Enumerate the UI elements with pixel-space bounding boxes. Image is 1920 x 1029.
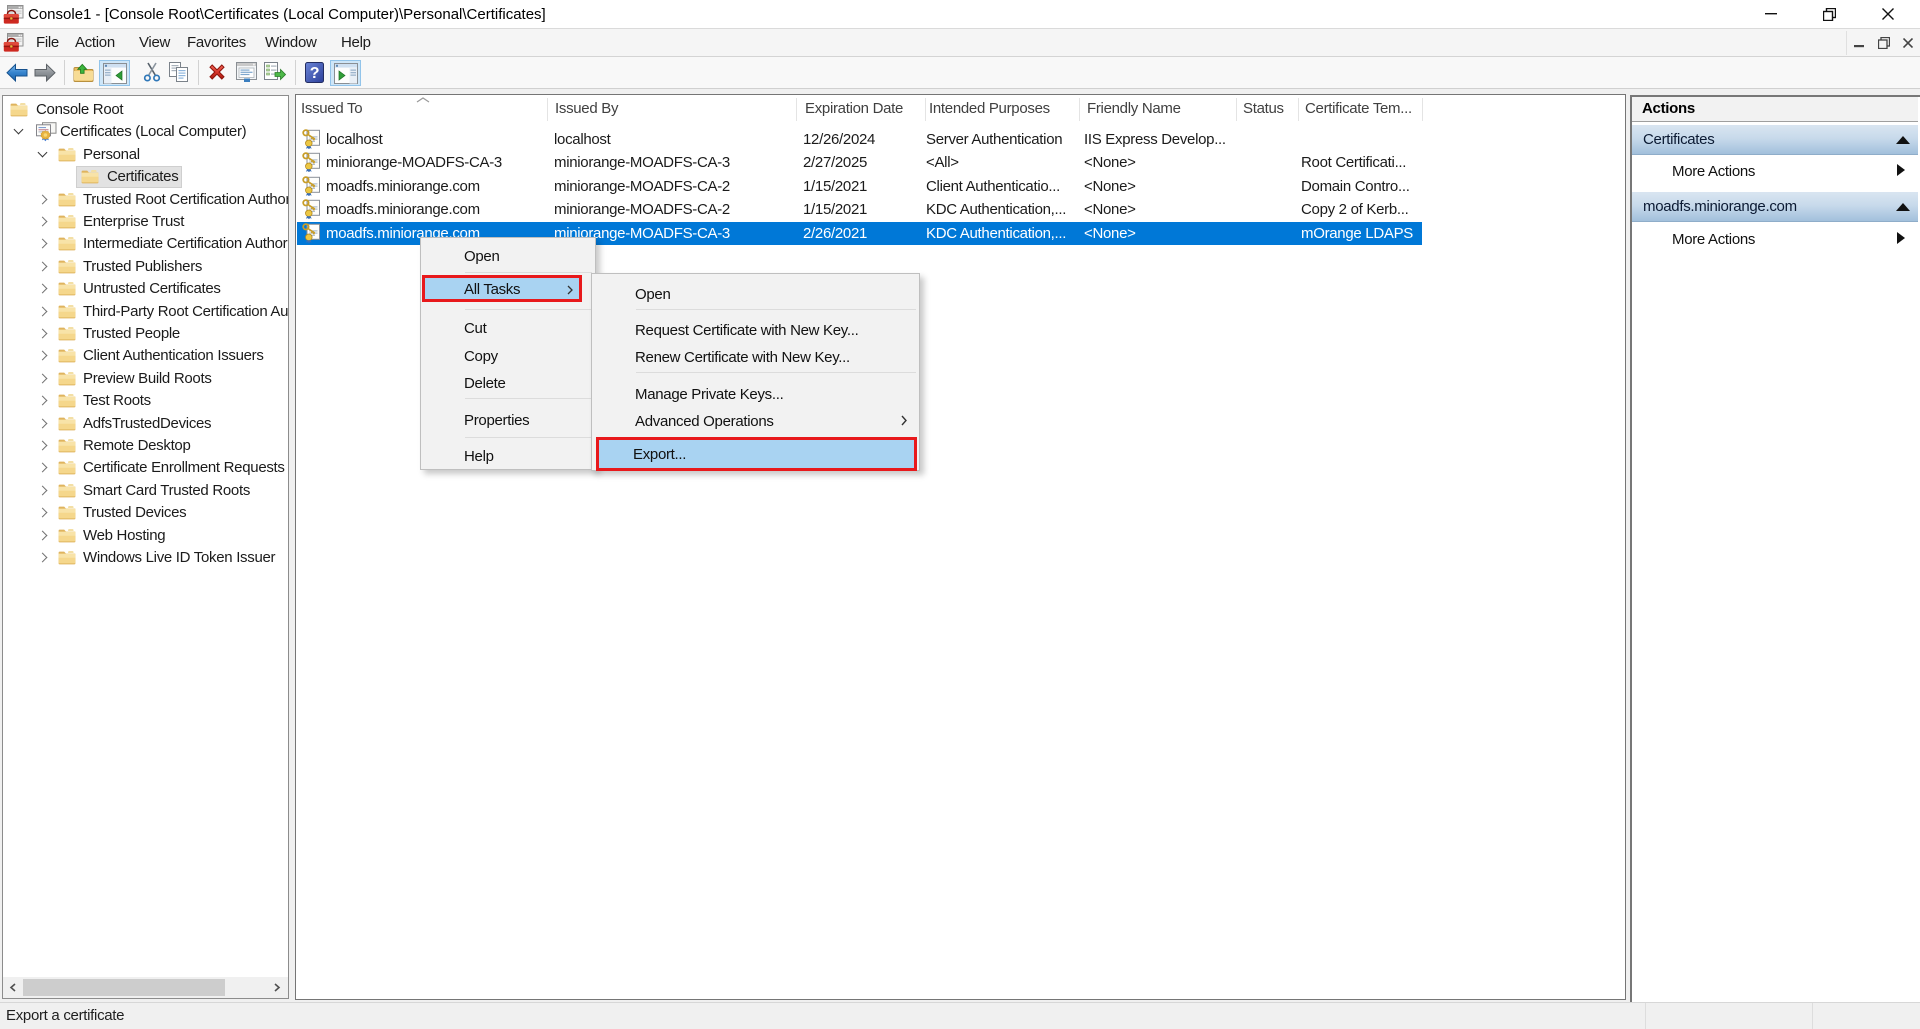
svg-text:?: ? — [310, 65, 319, 82]
